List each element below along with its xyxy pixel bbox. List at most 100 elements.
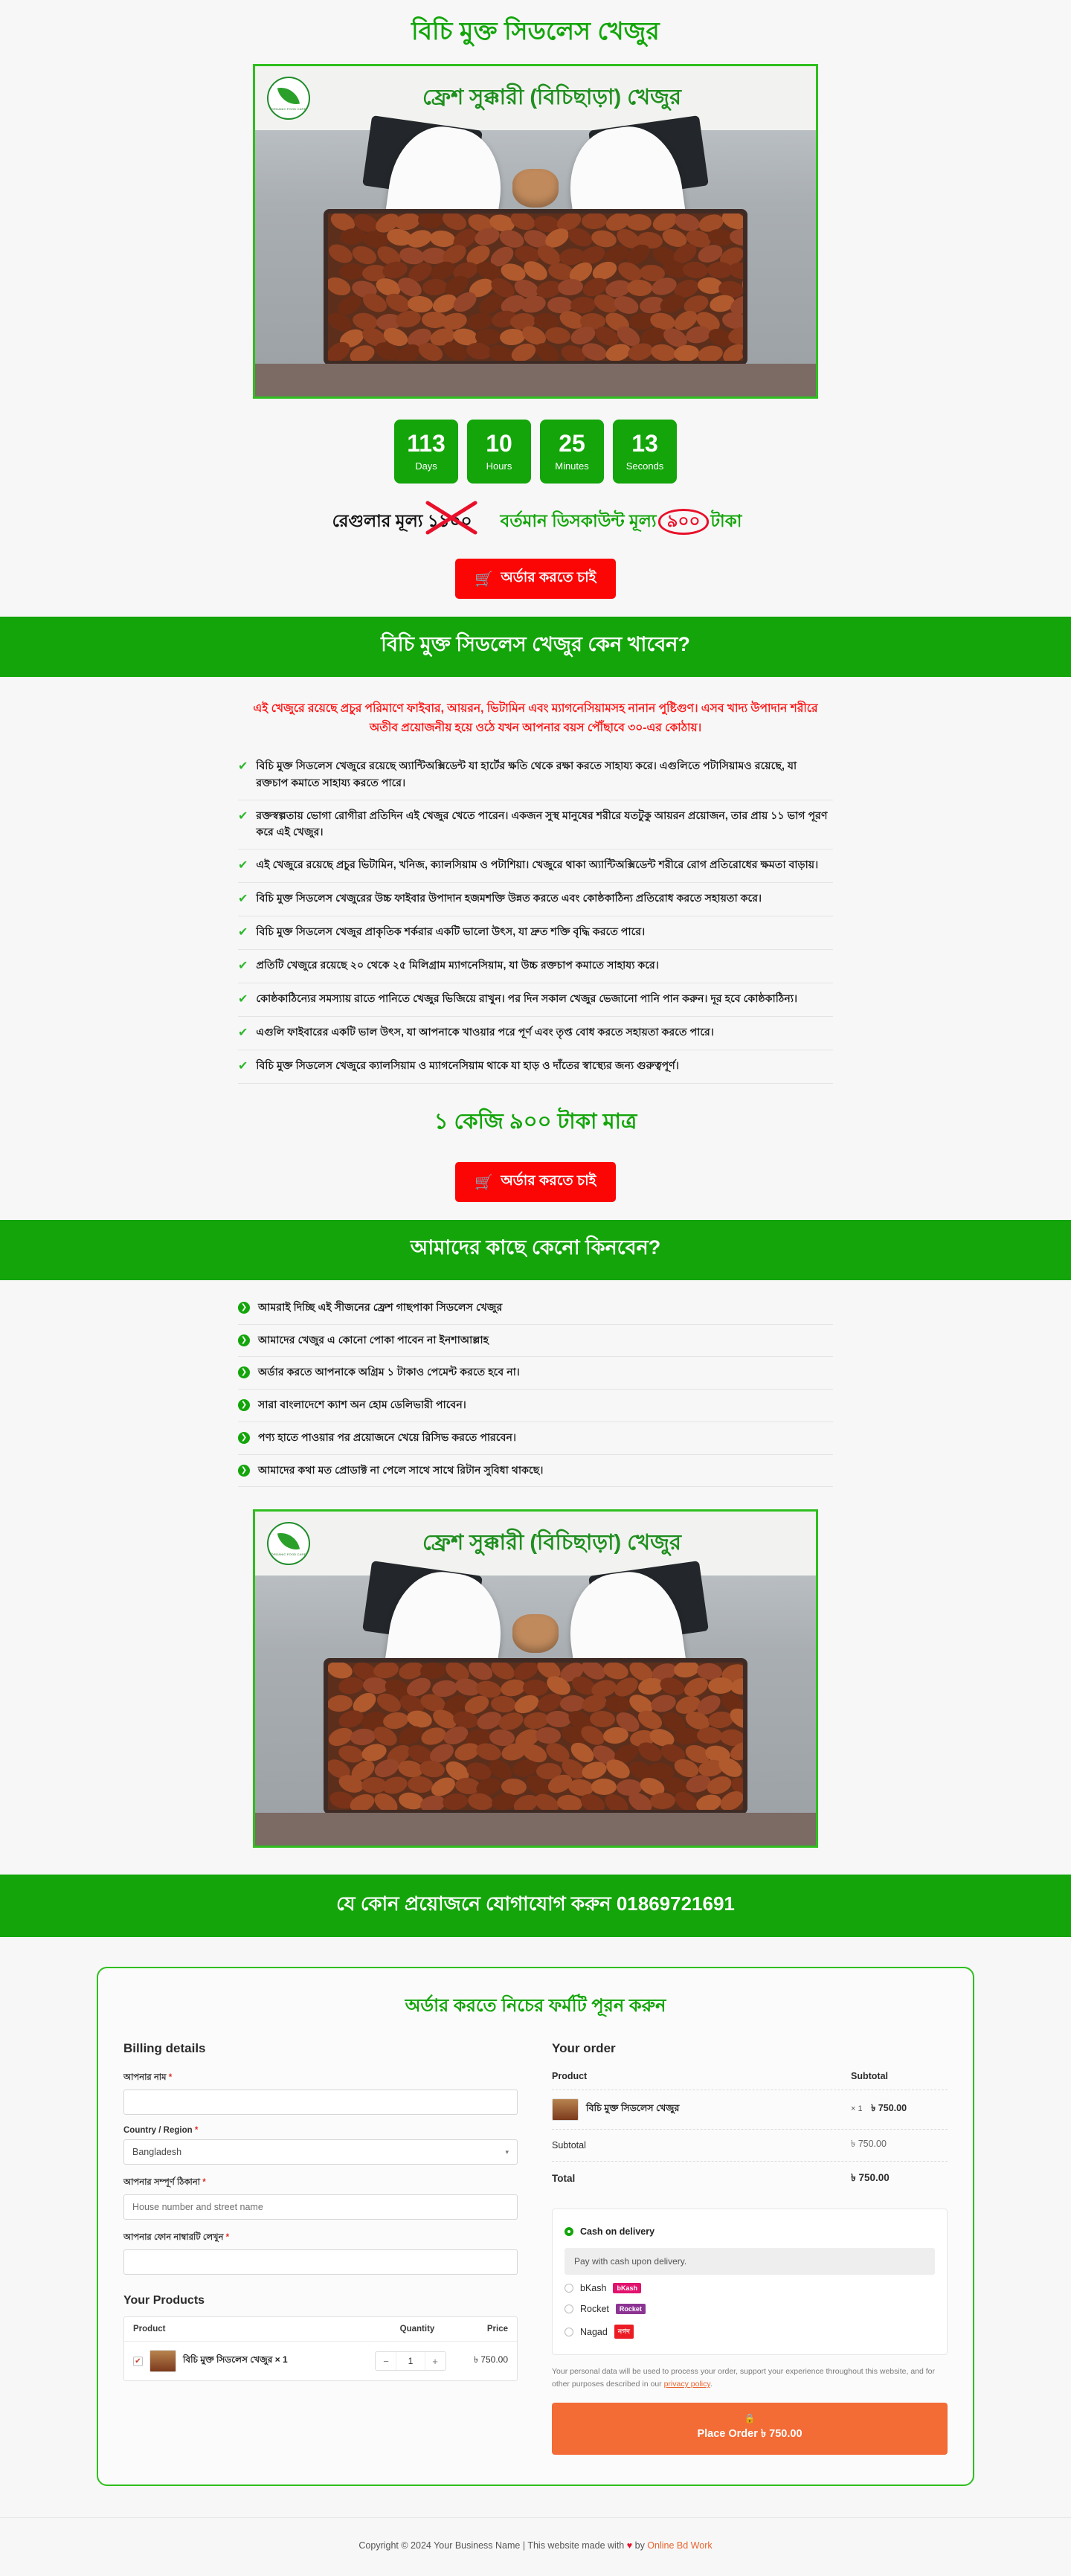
field-name: আপনার নাম * <box>123 2071 518 2115</box>
payment-option-bkash[interactable]: bKash bKash <box>565 2278 935 2299</box>
order-now-button-middle[interactable]: 🛒 অর্ডার করতে চাই <box>455 1162 615 1202</box>
checkout-card: অর্ডার করতে নিচের ফর্মটি পূরন করুন Billi… <box>97 1967 974 2486</box>
name-input[interactable] <box>123 2090 518 2115</box>
discount-amount: ৯০০ <box>658 509 710 534</box>
landing-page: বিচি মুক্ত সিডলেস খেজুর ORGANIC FOOD CAR… <box>0 0 1071 2576</box>
why-buy-section-heading: আমাদের কাছে কেনো কিনবেন? <box>0 1220 1071 1280</box>
country-select-value: Bangladesh <box>132 2147 181 2157</box>
payment-methods: Cash on delivery Pay with cash upon deli… <box>552 2209 948 2355</box>
nagad-logo-icon: নগদ <box>614 2325 634 2339</box>
product-photo-2: ORGANIC FOOD CARE ফ্রেশ সুক্কারী (বিচিছা… <box>255 1512 816 1846</box>
quantity-input[interactable] <box>396 2352 425 2370</box>
product-photo: ORGANIC FOOD CARE ফ্রেশ সুক্কারী (বিচিছা… <box>255 66 816 396</box>
order-item-qty: × 1 <box>851 2104 863 2113</box>
countdown-hours-label: Hours <box>486 460 512 472</box>
leaf-icon <box>277 1530 300 1552</box>
product-checkbox[interactable]: ✔ <box>133 2357 143 2366</box>
date-fruit-held <box>512 1614 559 1653</box>
photo-caption-text-2: ফ্রেশ সুক্কারী (বিচিছাড়া) খেজুর <box>310 1526 816 1562</box>
why-buy-list: ❯ আমরাই দিচ্ছি এই সীজনের ফ্রেশ গাছপাকা সি… <box>238 1292 833 1487</box>
countdown-days-value: 113 <box>407 431 446 455</box>
why-eat-section-heading: বিচি মুক্ত সিডলেস খেজুর কেন খাবেন? <box>0 617 1071 677</box>
radio-bkash[interactable] <box>565 2284 573 2293</box>
list-item-text: বিচি মুক্ত সিডলেস খেজুরে ক্যালসিয়াম ও ম… <box>256 1058 679 1075</box>
privacy-policy-link[interactable]: privacy policy <box>664 2380 710 2389</box>
list-item-text: কোষ্ঠকাঠিন্যের সমস্যায় রাতে পানিতে খেজু… <box>256 991 797 1008</box>
countdown-hours-value: 10 <box>486 431 512 455</box>
order-now-button-top[interactable]: 🛒 অর্ডার করতে চাই <box>455 559 615 599</box>
per-kg-price: ১ কেজি ৯০০ টাকা মাত্র <box>0 1084 1071 1143</box>
check-icon: ✔ <box>238 857 248 875</box>
place-order-button[interactable]: 🔒 Place Order ৳ 750.00 <box>552 2403 948 2455</box>
required-marker: * <box>169 2073 172 2082</box>
dates-pile <box>328 213 743 361</box>
list-item-text: রক্তস্বল্পতায় ভোগা রোগীরা প্রতিদিন এই খ… <box>256 808 832 841</box>
discount-prefix: বর্তমান ডিসকাউন্ট মূল্য <box>501 507 657 536</box>
chevron-right-icon: ❯ <box>238 1432 250 1444</box>
payment-option-cod[interactable]: Cash on delivery <box>565 2221 935 2242</box>
quantity-increment[interactable]: + <box>425 2356 445 2367</box>
quantity-stepper[interactable]: − + <box>375 2351 446 2371</box>
subtotal-value: ৳ 750.00 <box>851 2138 948 2153</box>
dates-pile-2 <box>328 1663 743 1810</box>
payment-option-nagad[interactable]: Nagad নগদ <box>565 2319 935 2344</box>
cod-label: Cash on delivery <box>580 2226 654 2237</box>
address-input[interactable] <box>123 2194 518 2220</box>
radio-rocket[interactable] <box>565 2304 573 2313</box>
bkash-logo-icon: bKash <box>613 2283 641 2293</box>
list-item: ✔ বিচি মুক্ত সিডলেস খেজুরে ক্যালসিয়াম ও … <box>238 1050 833 1084</box>
check-icon: ✔ <box>238 1024 248 1042</box>
payment-option-rocket[interactable]: Rocket Rocket <box>565 2299 935 2319</box>
order-now-label-top: অর্ডার করতে চাই <box>501 567 596 591</box>
quantity-decrement[interactable]: − <box>376 2356 396 2367</box>
phone-input[interactable] <box>123 2249 518 2275</box>
place-order-amount: ৳ 750.00 <box>761 2428 803 2440</box>
list-item: ✔ রক্তস্বল্পতায় ভোগা রোগীরা প্রতিদিন এই … <box>238 800 833 849</box>
billing-column: Billing details আপনার নাম * Country / Re… <box>123 2041 518 2455</box>
photo-caption-text: ফ্রেশ সুক্কারী (বিচিছাড়া) খেজুর <box>310 80 816 117</box>
countdown-minutes-value: 25 <box>559 431 585 455</box>
privacy-text: Your personal data will be used to proce… <box>552 2367 935 2389</box>
products-table: Product Quantity Price ✔ বিচি মুক্ত সিডল… <box>123 2316 518 2381</box>
discount-suffix: টাকা <box>710 507 742 536</box>
list-item: ✔ এই খেজুরে রয়েছে প্রচুর ভিটামিন, খনিজ, … <box>238 849 833 883</box>
radio-nagad[interactable] <box>565 2328 573 2336</box>
radio-cod[interactable] <box>565 2227 573 2236</box>
nagad-label: Nagad <box>580 2327 608 2337</box>
brand-logo-icon: ORGANIC FOOD CARE <box>267 77 310 120</box>
field-address: আপনার সম্পূর্ণ ঠিকানা * <box>123 2176 518 2220</box>
leaf-icon <box>277 84 300 106</box>
cart-icon: 🛒 <box>475 1173 493 1192</box>
list-item-text: পণ্য হাতে পাওয়ার পর প্রয়োজনে খেয়ে রিস… <box>258 1430 516 1447</box>
order-summary-table: Product Subtotal বিচি মুক্ত সিডলেস খেজুর… <box>552 2071 948 2195</box>
privacy-text-end: . <box>710 2380 713 2389</box>
hero-product-image: ORGANIC FOOD CARE ফ্রেশ সুক্কারী (বিচিছা… <box>253 64 818 399</box>
list-item-text: অর্ডার করতে আপনাকে অগ্রিম ১ টাকাও পেমেন্… <box>258 1364 520 1381</box>
brand-logo-icon: ORGANIC FOOD CARE <box>267 1522 310 1565</box>
chevron-right-icon: ❯ <box>238 1366 250 1378</box>
table-row: ✔ বিচি মুক্ত সিডলেস খেজুর × 1 − + ৳ 750.… <box>124 2342 517 2380</box>
field-name-label: আপনার নাম * <box>123 2071 518 2085</box>
lock-icon: 🔒 <box>744 2413 756 2424</box>
photo-caption-band: ORGANIC FOOD CARE ফ্রেশ সুক্কারী (বিচিছা… <box>255 66 816 130</box>
check-icon: ✔ <box>238 808 248 826</box>
list-item-text: প্রতিটি খেজুরে রয়েছে ২০ থেকে ২৫ মিলিগ্র… <box>256 957 659 974</box>
why-eat-intro-text: এই খেজুরে রয়েছে প্রচুর পরিমাণে ফাইবার, … <box>242 699 829 737</box>
list-item: ❯ আমাদের খেজুর এ কোনো পোকা পাবেন না ইনশাআ… <box>238 1325 833 1358</box>
order-item-thumbnail <box>552 2098 579 2121</box>
counter-surface <box>255 364 816 396</box>
list-item: ✔ প্রতিটি খেজুরে রয়েছে ২০ থেকে ২৫ মিলিগ্… <box>238 950 833 983</box>
date-tray <box>324 1658 747 1814</box>
order-now-label-middle: অর্ডার করতে চাই <box>501 1170 596 1194</box>
place-order-label: Place Order <box>697 2428 757 2440</box>
cart-icon: 🛒 <box>475 570 493 588</box>
list-item: ❯ আমরাই দিচ্ছি এই সীজনের ফ্রেশ গাছপাকা সি… <box>238 1292 833 1325</box>
country-select[interactable]: Bangladesh ▾ <box>123 2139 518 2165</box>
order-total-row: Total ৳ 750.00 <box>552 2162 948 2195</box>
chevron-right-icon: ❯ <box>238 1302 250 1314</box>
countdown-minutes-label: Minutes <box>555 460 589 472</box>
brand-logo-text: ORGANIC FOOD CARE <box>271 107 306 111</box>
product-thumbnail <box>149 2350 176 2372</box>
chevron-right-icon: ❯ <box>238 1465 250 1477</box>
counter-surface <box>255 1813 816 1846</box>
